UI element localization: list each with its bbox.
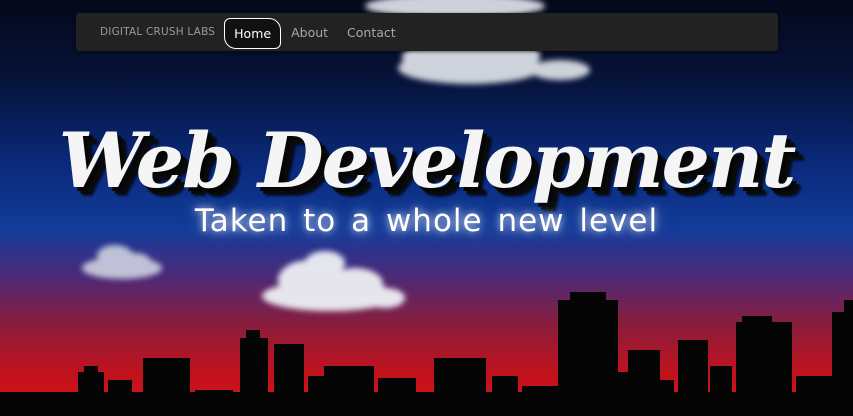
hero-subtitle: Taken to a whole new level: [194, 203, 659, 239]
nav-about-link[interactable]: About: [282, 17, 337, 48]
nav-contact-link[interactable]: Contact: [338, 17, 405, 48]
city-skyline: [0, 292, 853, 416]
nav-home-link[interactable]: Home: [224, 17, 282, 49]
cloud-left: [82, 245, 162, 279]
hero-title: Web Development: [58, 115, 797, 205]
cloud-center: [262, 251, 405, 311]
navbar: DIGITAL CRUSH LABS Home About Contact: [76, 13, 778, 51]
brand-logo-link[interactable]: DIGITAL CRUSH LABS: [100, 26, 215, 38]
